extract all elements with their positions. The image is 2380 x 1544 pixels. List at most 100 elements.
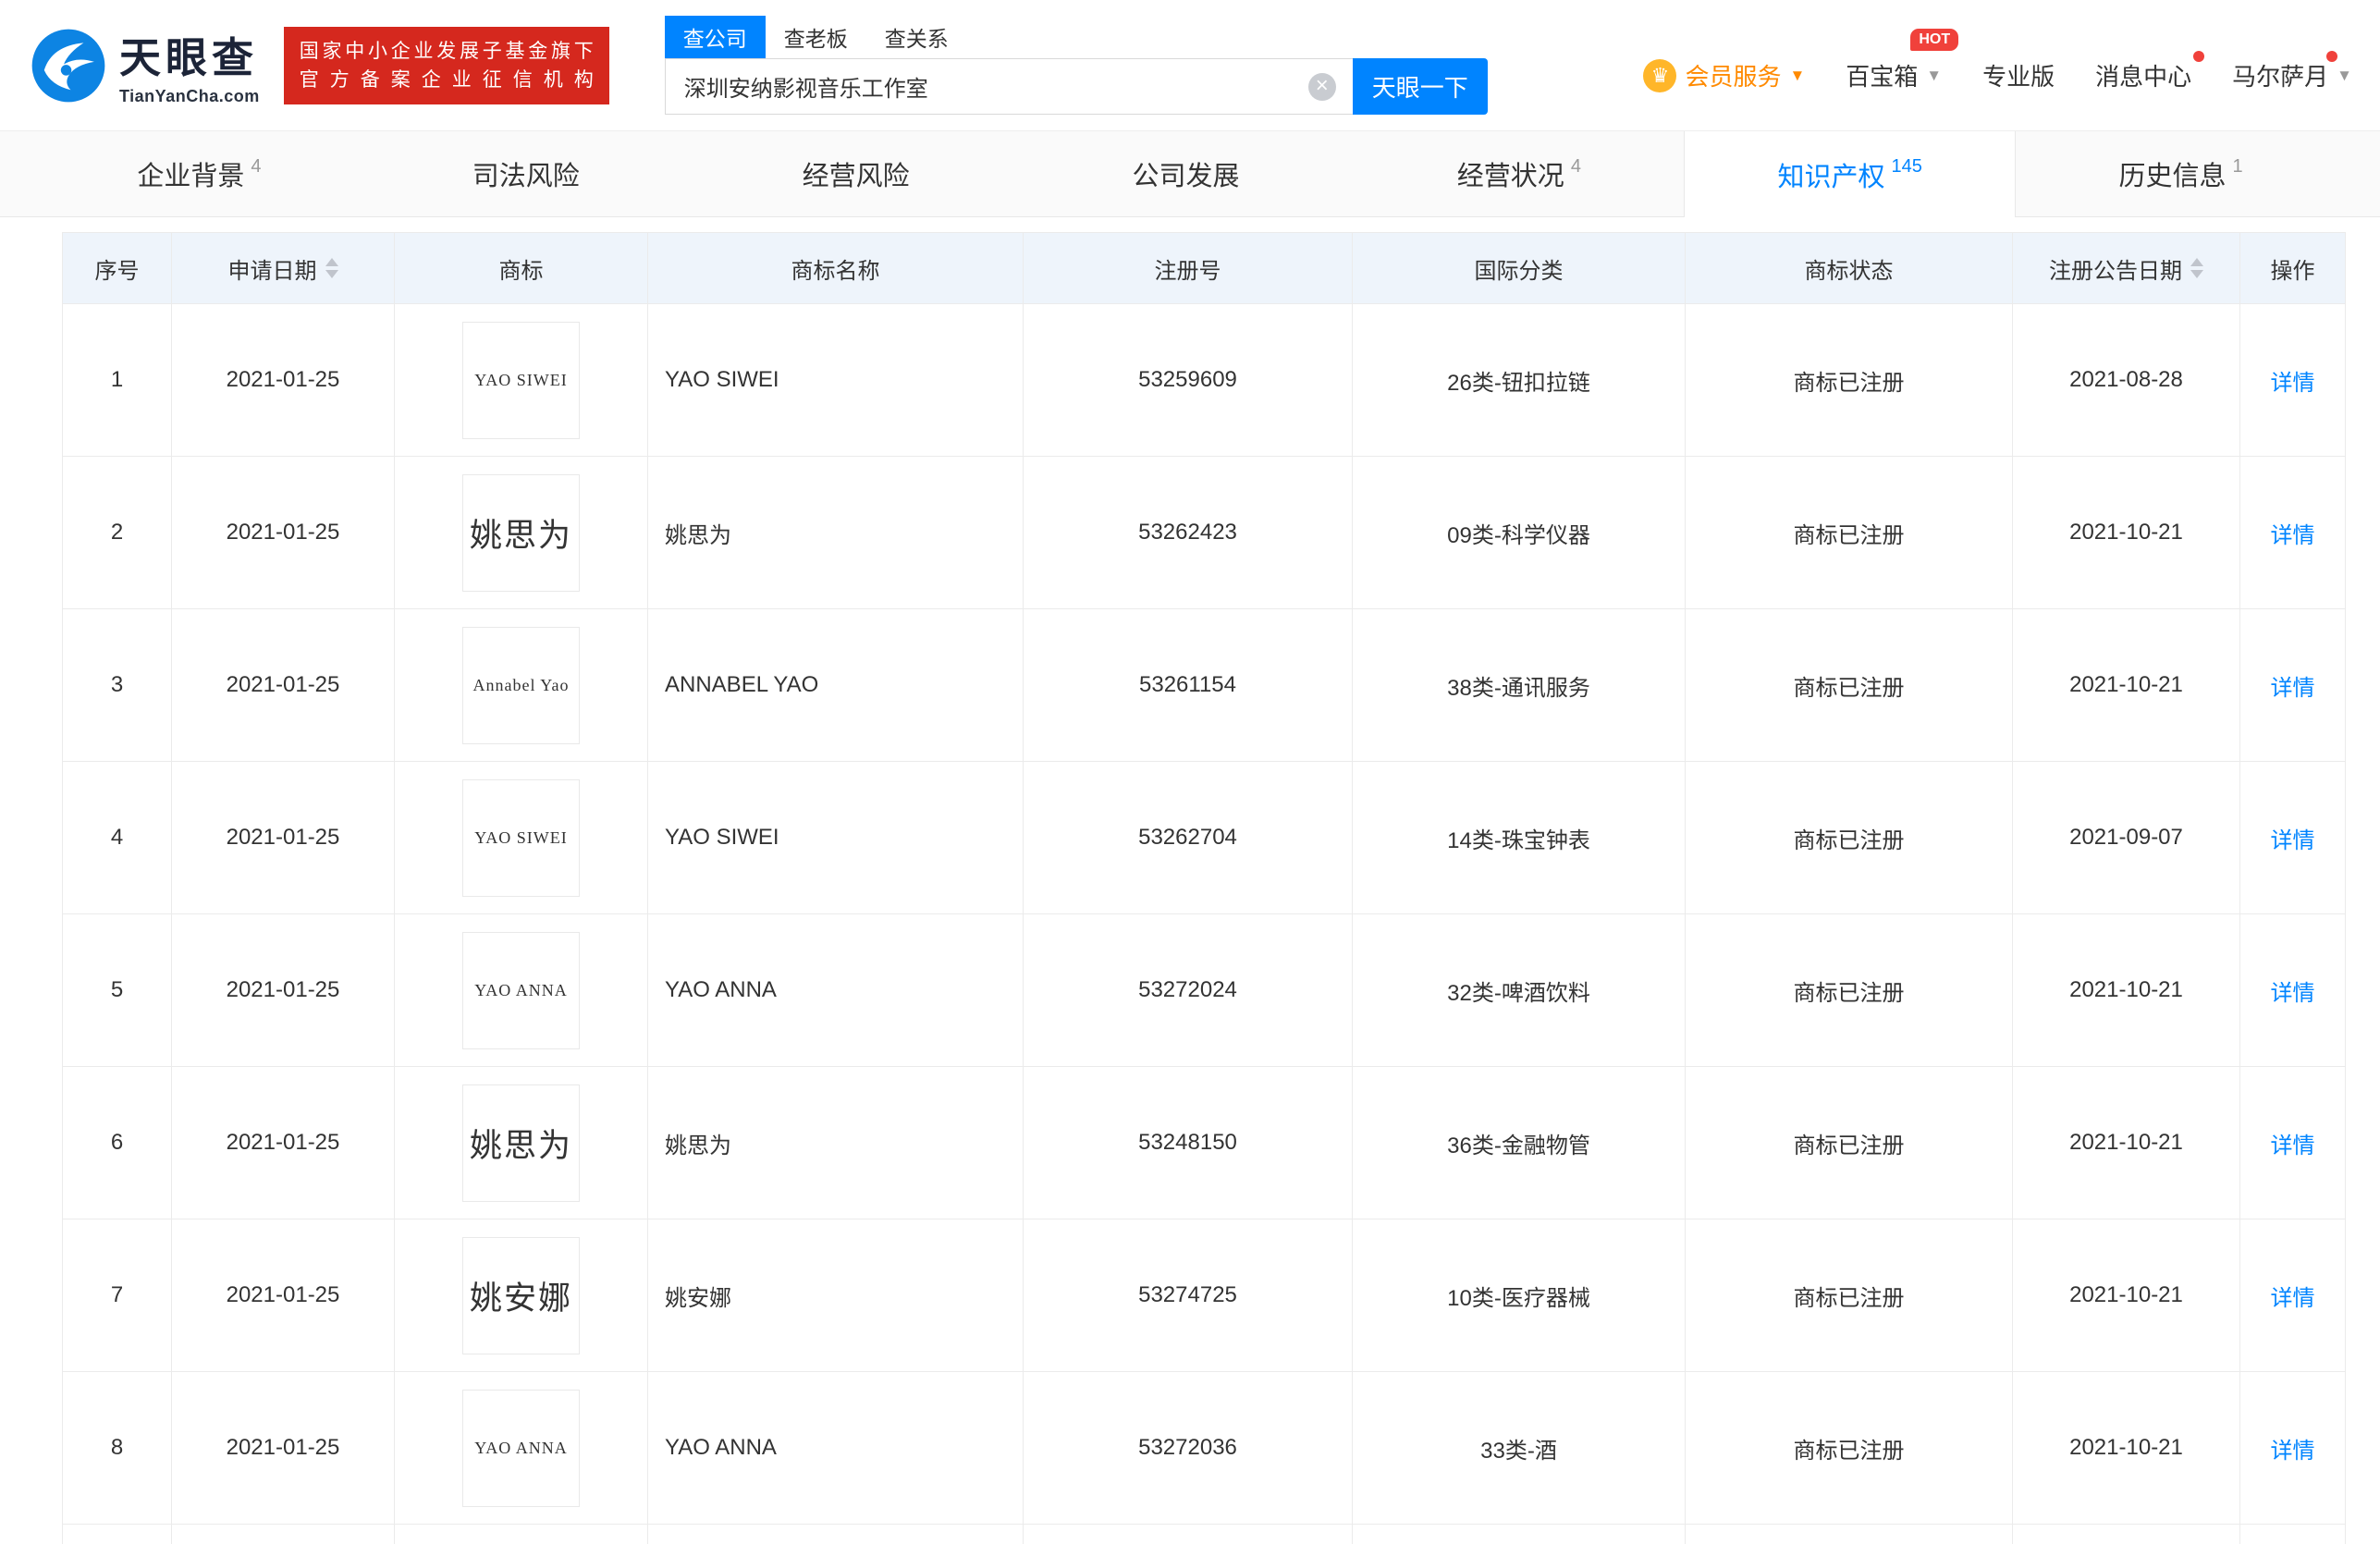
search-input[interactable] xyxy=(665,59,1353,114)
nav-label: 消息中心 xyxy=(2095,63,2192,91)
search-tab-company[interactable]: 查公司 xyxy=(664,16,766,58)
tab-label: 公司发展 xyxy=(1132,162,1240,191)
hot-badge: HOT xyxy=(1910,29,1959,51)
tab-company-development[interactable]: 公司发展 xyxy=(1024,131,1355,216)
search-bar: × 天眼一下 xyxy=(664,58,1488,115)
search-tab-relation[interactable]: 查关系 xyxy=(866,16,967,58)
trademark-text: YAO SIWEI xyxy=(474,827,568,847)
cell-reg-no: 53274725 xyxy=(1023,1219,1353,1372)
table-row: 8 2021-01-25 YAO ANNA YAO ANNA 53272036 … xyxy=(62,1371,2346,1525)
nav-item-message-center[interactable]: 消息中心 xyxy=(2095,51,2205,92)
sort-icon[interactable] xyxy=(2190,258,2203,278)
cell-status: 商标已注册 xyxy=(1685,761,2013,914)
detail-link[interactable]: 详情 xyxy=(2271,1133,2315,1158)
cell-mark: YAO ANNA xyxy=(394,1371,648,1525)
cell-mark-name: 姚思为 xyxy=(647,1066,1024,1219)
nav-item-pro-version[interactable]: 专业版 xyxy=(1982,58,2055,92)
trademark-image[interactable]: 姚思为 xyxy=(462,1084,580,1202)
search-tab-boss[interactable]: 查老板 xyxy=(766,16,866,58)
nav-item-username[interactable]: 马尔萨月 ▼ xyxy=(2232,51,2352,92)
search-input-wrap: × xyxy=(664,58,1353,115)
table-header-row: 序号 申请日期 商标 商标名称 注册号 国际分类 商标状态 注册公告日期 操作 xyxy=(62,232,2346,304)
detail-link[interactable]: 详情 xyxy=(2271,1286,2315,1311)
section-tabs: 企业背景 4 司法风险 经营风险 公司发展 经营状况 4 知识产权 145 历史信息 1 xyxy=(34,131,2346,217)
trademark-image[interactable]: YAO SIWEI xyxy=(462,778,580,897)
tab-judicial-risk[interactable]: 司法风险 xyxy=(364,131,694,216)
cell-pub-date: 2021-08-28 xyxy=(2012,303,2240,457)
cell-no xyxy=(62,1524,172,1544)
trademark-text: Annabel Yao xyxy=(472,675,570,694)
detail-link[interactable]: 详情 xyxy=(2271,371,2315,396)
trademark-image[interactable]: YAO SIWEI xyxy=(462,321,580,439)
cell-action: 详情 xyxy=(2239,761,2346,914)
cell-intl-class: 32类-啤酒饮料 xyxy=(1352,913,1686,1067)
detail-link[interactable]: 详情 xyxy=(2271,676,2315,701)
cell-status: 商标已注册 xyxy=(1685,1219,2013,1372)
cell-action: 详情 xyxy=(2239,1371,2346,1525)
col-label: 申请日期 xyxy=(227,258,317,284)
nav-item-vip-service[interactable]: ♛ 会员服务 ▼ xyxy=(1643,58,1805,92)
detail-link[interactable]: 详情 xyxy=(2271,828,2315,853)
trademark-text: 姚思为 xyxy=(469,517,572,554)
gov-badge-line2: 官方备案企业征信机构 xyxy=(299,68,594,91)
trademark-image[interactable]: 姚思为 xyxy=(462,473,580,592)
tab-label: 经营状况 xyxy=(1456,162,1564,191)
trademark-image[interactable]: 姚安娜 xyxy=(462,1236,580,1354)
trademark-image[interactable]: YAO ANNA xyxy=(462,931,580,1049)
table-row: 4 2021-01-25 YAO SIWEI YAO SIWEI 5326270… xyxy=(62,761,2346,914)
cell-action: 详情 xyxy=(2239,608,2346,762)
cell-apply-date: 2021-01-25 xyxy=(171,1066,395,1219)
cell-action: 详情 xyxy=(2239,1219,2346,1372)
cell-mark: YAO SIWEI xyxy=(394,761,648,914)
cell-action: 详情 xyxy=(2239,913,2346,1067)
tab-company-background[interactable]: 企业背景 4 xyxy=(34,131,364,216)
cell-reg-no: 53261154 xyxy=(1023,608,1353,762)
sort-icon[interactable] xyxy=(325,258,338,278)
cell-apply-date: 2021-01-25 xyxy=(171,456,395,609)
cell-mark: YAO SIWEI xyxy=(394,303,648,457)
chevron-down-icon: ▼ xyxy=(1926,66,1943,84)
cell-mark-name: YAO ANNA xyxy=(647,913,1024,1067)
cell-reg-no: 53262423 xyxy=(1023,456,1353,609)
section-tab-strip: 企业背景 4 司法风险 经营风险 公司发展 经营状况 4 知识产权 145 历史信息 1 xyxy=(0,130,2380,217)
detail-link[interactable]: 详情 xyxy=(2271,981,2315,1006)
table-row-partial xyxy=(62,1524,2346,1544)
cell-apply-date: 2021-01-25 xyxy=(171,608,395,762)
tab-operation-risk[interactable]: 经营风险 xyxy=(694,131,1024,216)
table-row: 5 2021-01-25 YAO ANNA YAO ANNA 53272024 … xyxy=(62,913,2346,1067)
col-pub-date: 注册公告日期 xyxy=(2012,232,2240,304)
cell-pub-date: 2021-10-21 xyxy=(2012,1219,2240,1372)
trademark-image[interactable]: Annabel Yao xyxy=(462,626,580,744)
cell-pub-date: 2021-10-21 xyxy=(2012,608,2240,762)
tab-operating-status[interactable]: 经营状况 4 xyxy=(1354,131,1684,216)
cell-reg-no: 53272024 xyxy=(1023,913,1353,1067)
cell-apply-date: 2021-01-25 xyxy=(171,1219,395,1372)
tianyancha-logo-icon xyxy=(31,29,105,102)
cell-pub-date: 2021-10-21 xyxy=(2012,1371,2240,1525)
cell-status: 商标已注册 xyxy=(1685,303,2013,457)
cell-reg-no xyxy=(1023,1524,1353,1544)
tab-label: 企业背景 xyxy=(137,162,245,191)
nav-item-toolbox[interactable]: HOT 百宝箱 ▼ xyxy=(1846,29,1959,92)
trademark-image[interactable]: YAO ANNA xyxy=(462,1389,580,1507)
clear-icon[interactable]: × xyxy=(1307,72,1336,101)
cell-mark: YAO ANNA xyxy=(394,913,648,1067)
cell-mark-name: ANNABEL YAO xyxy=(647,608,1024,762)
chevron-down-icon: ▼ xyxy=(1789,66,1806,84)
cell-no: 2 xyxy=(62,456,172,609)
detail-link[interactable]: 详情 xyxy=(2271,523,2315,548)
tianyancha-logo[interactable]: 天眼查 TianYanCha.com xyxy=(31,24,260,106)
cell-pub-date xyxy=(2012,1524,2240,1544)
nav-label: 马尔萨月 xyxy=(2232,63,2329,91)
cell-mark: Annabel Yao xyxy=(394,608,648,762)
tab-history-info[interactable]: 历史信息 1 xyxy=(2016,131,2346,216)
cell-no: 7 xyxy=(62,1219,172,1372)
cell-intl-class: 10类-医疗器械 xyxy=(1352,1219,1686,1372)
search-button[interactable]: 天眼一下 xyxy=(1352,58,1488,115)
nav-label: 专业版 xyxy=(1982,63,2055,91)
tab-intellectual-property[interactable]: 知识产权 145 xyxy=(1684,131,2017,217)
cell-intl-class: 14类-珠宝钟表 xyxy=(1352,761,1686,914)
col-action: 操作 xyxy=(2239,232,2346,304)
trademark-table: 序号 申请日期 商标 商标名称 注册号 国际分类 商标状态 注册公告日期 操作 … xyxy=(62,232,2346,1544)
detail-link[interactable]: 详情 xyxy=(2271,1439,2315,1464)
